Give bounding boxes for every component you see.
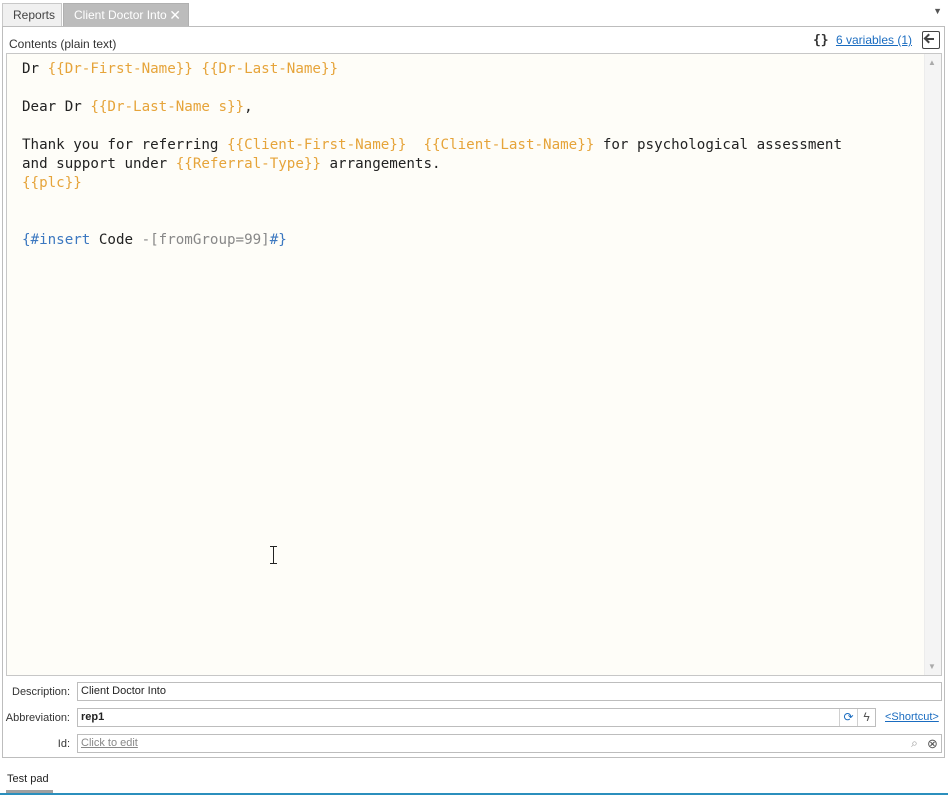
variables-link[interactable]: 6 variables (1) [836, 33, 912, 47]
editor-scrollbar[interactable]: ▲ ▼ [924, 54, 941, 675]
description-field[interactable]: Client Doctor Into [77, 682, 942, 701]
var-dr-last-name-s: {{Dr-Last-Name s}} [90, 99, 245, 115]
variables-info: {} 6 variables (1) [813, 33, 912, 48]
bottom-accent-line [0, 793, 948, 795]
insert-variable-icon[interactable] [922, 31, 940, 49]
abbreviation-field[interactable]: rep1 ⟳ ϟ [77, 708, 876, 727]
id-placeholder: Click to edit [81, 737, 138, 749]
tab-reports-label: Reports [13, 8, 56, 22]
shortcut-link[interactable]: <Shortcut> [885, 711, 939, 723]
tab-client-doctor-into[interactable]: Client Doctor Into ✕ [63, 3, 189, 26]
var-client-last-name: {{Client-Last-Name}} [423, 137, 595, 153]
tab-client-doctor-into-label: Client Doctor Into [74, 8, 167, 22]
id-label: Id: [57, 738, 70, 750]
clear-icon[interactable]: ⊗ [924, 735, 941, 752]
var-plc: {{plc}} [22, 175, 82, 191]
braces-icon: {} [812, 33, 829, 48]
search-icon[interactable]: ⌕ [906, 735, 923, 752]
tab-reports[interactable]: Reports [2, 3, 62, 26]
scroll-down-icon[interactable]: ▼ [928, 662, 936, 671]
insert-params: -[fromGroup=99] [141, 232, 270, 248]
line4-text: and support under [22, 156, 176, 172]
scroll-up-icon[interactable]: ▲ [928, 58, 936, 67]
insert-keyword-open: {#insert [22, 232, 91, 248]
text-cursor-icon [270, 546, 278, 564]
test-pad-tab[interactable]: Test pad [7, 773, 49, 785]
line3-text: Thank you for referring [22, 137, 227, 153]
lightning-icon[interactable]: ϟ [857, 709, 875, 726]
refresh-icon[interactable]: ⟳ [839, 709, 857, 726]
var-dr-last-name: {{Dr-Last-Name}} [201, 61, 339, 77]
chevron-down-icon[interactable]: ▼ [933, 6, 942, 16]
id-field[interactable]: Click to edit ⌕ ⊗ [77, 734, 942, 753]
var-client-first-name: {{Client-First-Name}} [227, 137, 407, 153]
line2-text: Dear Dr [22, 99, 91, 115]
editor-text: Dr {{Dr-First-Name}} {{Dr-Last-Name}} De… [22, 61, 843, 248]
abbreviation-label: Abbreviation: [5, 712, 70, 724]
close-icon[interactable]: ✕ [169, 4, 181, 26]
line1-text: Dr [22, 61, 48, 77]
var-referral-type: {{Referral-Type}} [175, 156, 321, 172]
contents-editor[interactable]: Dr {{Dr-First-Name}} {{Dr-Last-Name}} De… [6, 53, 942, 676]
tab-strip: Reports Client Doctor Into ✕ ▼ [0, 0, 948, 26]
abbreviation-value: rep1 [81, 711, 105, 723]
description-value: Client Doctor Into [81, 685, 166, 697]
insert-code-name: Code [90, 232, 142, 248]
contents-label: Contents (plain text) [9, 37, 117, 51]
description-label: Description: [12, 686, 71, 698]
var-dr-first-name: {{Dr-First-Name}} [47, 61, 193, 77]
insert-keyword-close: #} [269, 232, 287, 248]
